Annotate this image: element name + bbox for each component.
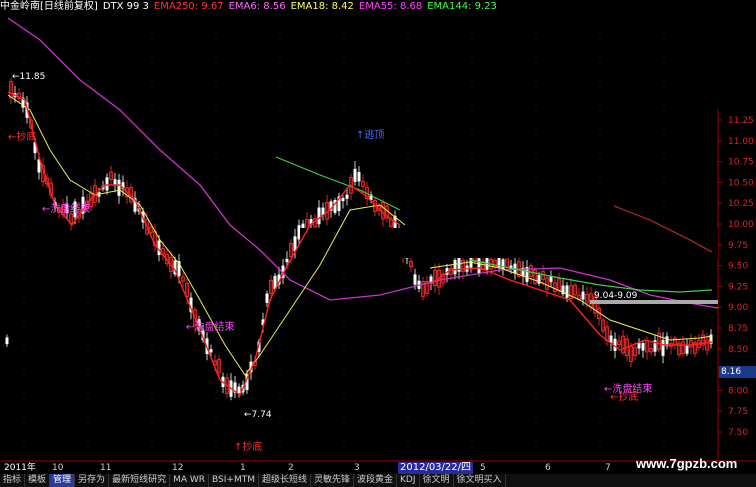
candle-body	[237, 386, 241, 394]
date-label: 5	[480, 463, 486, 473]
tab-super-long-short[interactable]: 超级长短线	[259, 474, 311, 487]
tab-xuwenming[interactable]: 徐文明	[420, 474, 454, 487]
date-label: 12	[172, 463, 184, 473]
date-label: 11	[100, 463, 112, 473]
wash-end-label: ←洗盘结束	[186, 320, 234, 333]
candle-body	[285, 258, 289, 263]
candlestick-chart[interactable]: 11.25 11.00 10.75 10.50 10.25 10.00 9.75 9.50 9.…	[0, 0, 756, 487]
candle-body	[637, 342, 641, 349]
indicator-ema6: EMA6: 8.56	[228, 1, 286, 12]
tab-short-research[interactable]: 最新短线研究	[109, 474, 171, 487]
price-tick-label: 9.00	[728, 303, 748, 313]
price-tick-label: 11.00	[728, 137, 754, 147]
date-label: 10	[52, 463, 64, 473]
price-tick-label: 11.25	[728, 116, 754, 126]
candle-body	[565, 285, 569, 298]
dtx-label: DTX 99 3	[102, 1, 149, 12]
price-tick-label: 10.25	[728, 199, 754, 209]
price-tick-label: 9.75	[728, 241, 748, 251]
price-tick-label: 7.75	[728, 407, 748, 417]
candle-body	[265, 293, 269, 303]
high-price-label: ←11.85	[12, 72, 45, 82]
tab-manage[interactable]: 管理	[50, 474, 76, 487]
candle-body	[477, 258, 481, 274]
tab-template[interactable]: 模板	[25, 474, 51, 487]
tab-ma-wr[interactable]: MA WR	[170, 474, 210, 487]
candle-body	[117, 179, 121, 196]
tab-bsi-mtm[interactable]: BSI+MTM	[209, 474, 259, 487]
price-tick-label: 8.50	[728, 345, 748, 355]
candle-body	[345, 194, 349, 199]
top-signal-label: ↑逃顶	[356, 128, 384, 141]
candle-body	[209, 349, 213, 353]
price-tick-label: 10.00	[728, 220, 754, 230]
candle-body	[317, 207, 321, 225]
wash-end-label: ←洗盘结束	[604, 382, 652, 395]
price-tick-label: 8.00	[728, 386, 748, 396]
price-tick-label: 9.25	[728, 282, 748, 292]
indicator-header: 中金岭南[日线前复权] DTX 99 3 EMA250: 9.67 EMA6: 8.5…	[0, 0, 756, 14]
low-price-label: ←7.74	[244, 410, 272, 420]
price-tick-label: 10.75	[728, 158, 754, 168]
date-label: 2011年	[4, 463, 36, 473]
indicator-ema55: EMA55: 8.68	[358, 1, 423, 12]
candle-body	[641, 342, 645, 351]
tab-xuwenming-buy[interactable]: 徐文明买入	[454, 474, 506, 487]
tab-save-as[interactable]: 另存为	[75, 474, 110, 487]
candle-body	[685, 345, 689, 354]
bottom-signal-label: ↑抄底	[234, 440, 262, 453]
candle-body	[113, 179, 117, 186]
watermark: www.7gpzb.com	[636, 456, 738, 471]
date-label: 1	[240, 463, 246, 473]
chart-gap	[300, 228, 718, 258]
price-tick-label: 9.50	[728, 262, 748, 272]
date-label: 6	[545, 463, 551, 473]
wash-end-label: ←洗盘结束	[42, 202, 90, 215]
candle-body	[5, 337, 9, 345]
ema55-line	[7, 17, 719, 309]
price-tick-label: 7.50	[728, 428, 748, 438]
tab-kdj[interactable]: KDJ	[397, 474, 420, 487]
stock-title: 中金岭南[日线前复权]	[0, 1, 98, 12]
candle-body	[357, 172, 361, 182]
candle-body	[341, 198, 345, 202]
bottom-tab-bar: 指标 模板 管理 另存为 最新短线研究 MA WR BSI+MTM 超级长短线 …	[0, 474, 756, 487]
tab-sensitive-pioneer[interactable]: 灵敏先锋	[311, 474, 354, 487]
candle-body	[581, 291, 585, 300]
candle-body	[453, 259, 457, 275]
candle-body	[413, 274, 417, 285]
indicator-ema18: EMA18: 8.42	[290, 1, 354, 12]
tab-indicator[interactable]: 指标	[0, 474, 26, 487]
range-label: 9.04-9.09	[594, 291, 638, 301]
date-label: 3	[354, 463, 360, 473]
bottom-signal-label: ←抄底	[8, 130, 36, 143]
candle-body	[353, 168, 357, 182]
date-label: 2	[288, 463, 294, 473]
candle-body	[661, 340, 665, 356]
date-label: 7	[605, 463, 611, 473]
indicator-ema144: EMA144: 9.23	[427, 1, 497, 12]
candle-body	[501, 259, 505, 270]
tab-band-gold[interactable]: 波段黄金	[354, 474, 398, 487]
price-tick-label: 8.75	[728, 324, 748, 334]
indicator-ema250: EMA250: 9.67	[153, 1, 224, 12]
current-price-marker: 8.16	[719, 366, 756, 378]
price-tick-label: 10.50	[728, 178, 754, 188]
candle-body	[105, 177, 109, 191]
cursor-date: 2012/03/22/四	[398, 462, 474, 474]
